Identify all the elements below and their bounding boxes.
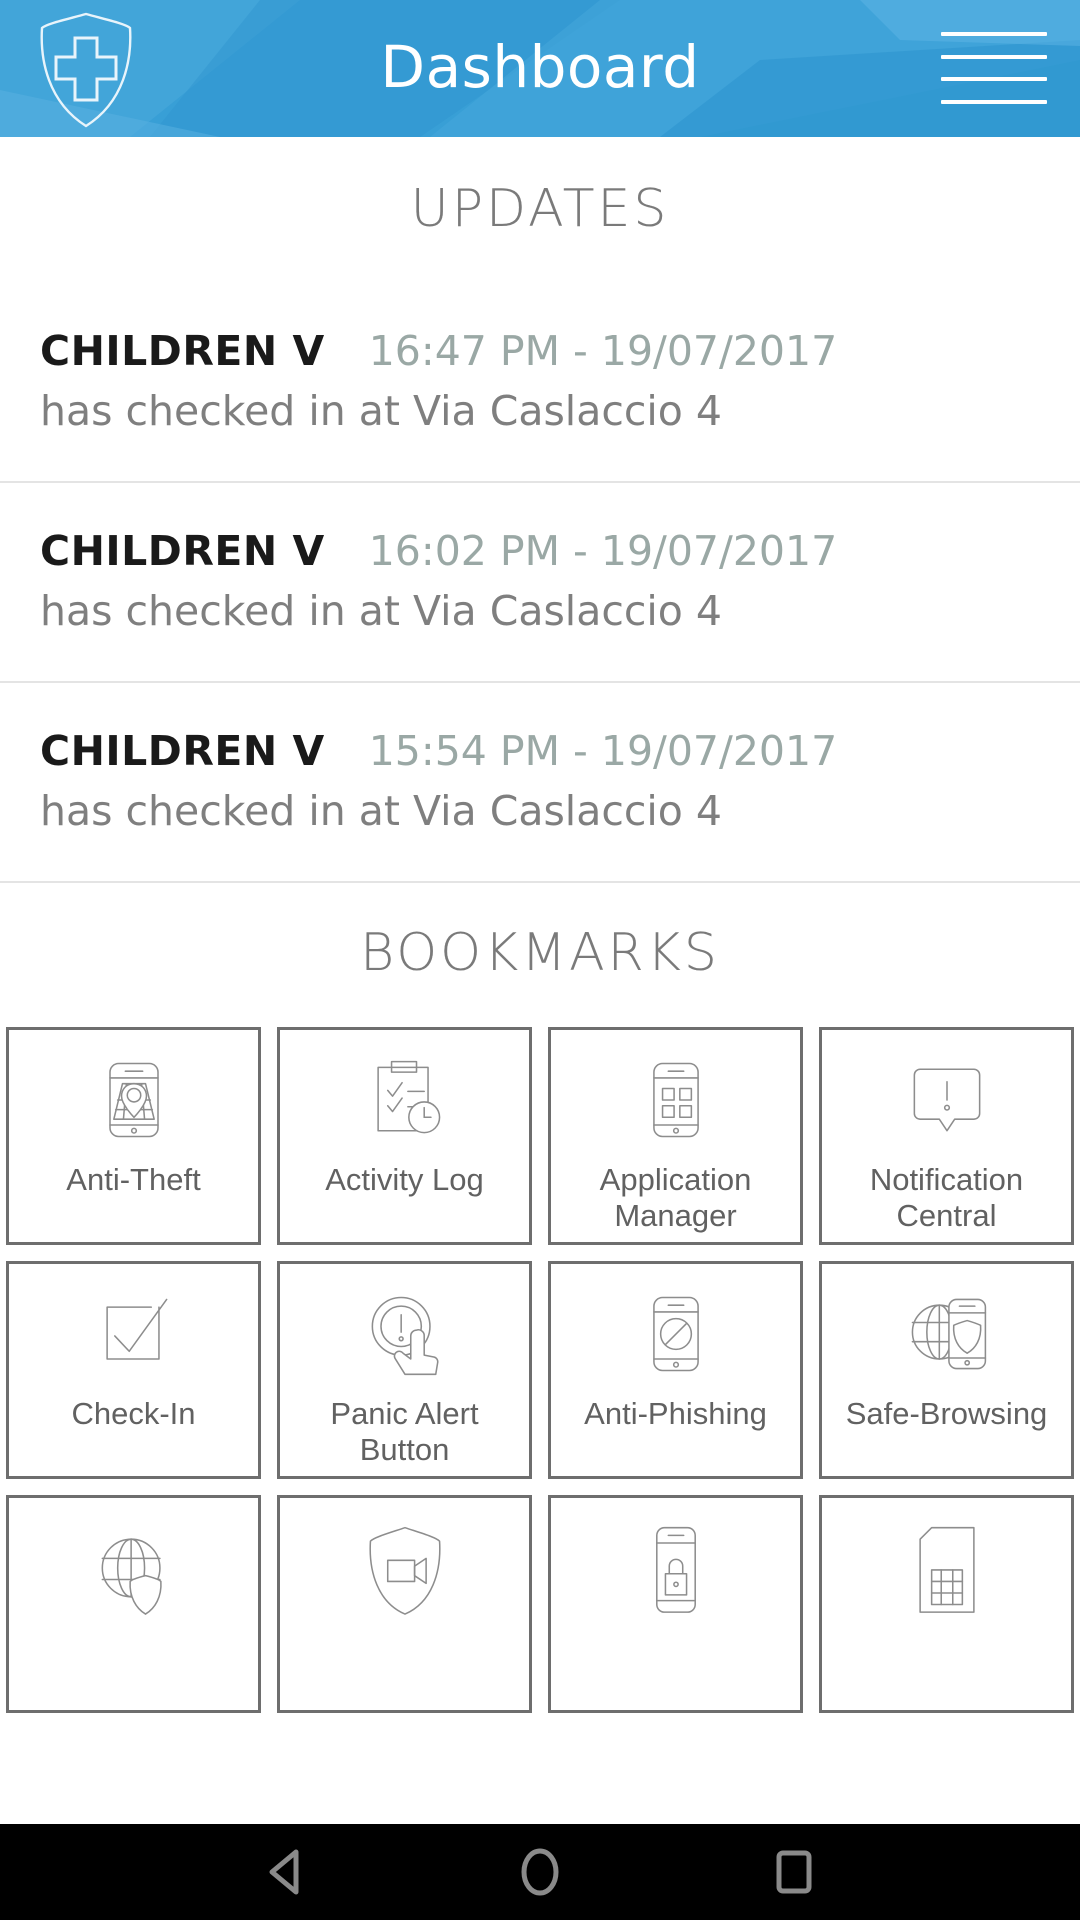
content-scroll-area[interactable]: UPDATES CHILDREN V 16:47 PM - 19/07/2017 h… bbox=[0, 137, 1080, 1824]
system-navigation-bar bbox=[0, 1824, 1080, 1920]
update-person-name: CHILDREN V bbox=[40, 527, 325, 575]
bookmarks-section-title: BOOKMARKS bbox=[360, 923, 720, 983]
panic-button-hand-icon bbox=[351, 1280, 459, 1388]
menu-line-1 bbox=[941, 32, 1047, 36]
bookmark-tile[interactable]: Activity Log bbox=[277, 1027, 532, 1245]
bookmark-tile-label: Anti-Theft bbox=[66, 1162, 201, 1197]
bookmark-tile[interactable]: Anti-Phishing bbox=[548, 1261, 803, 1479]
bookmarks-grid: Anti-Theft Activity Log Application Mana… bbox=[0, 1027, 1080, 1713]
bookmark-tile[interactable]: Check-In bbox=[6, 1261, 261, 1479]
menu-line-3 bbox=[941, 77, 1047, 82]
update-person-name: CHILDREN V bbox=[40, 327, 325, 375]
back-triangle-icon[interactable] bbox=[250, 1836, 322, 1908]
update-timestamp: 16:47 PM - 19/07/2017 bbox=[368, 327, 838, 375]
menu-line-4 bbox=[941, 99, 1047, 104]
bookmark-tile-label: Safe-Browsing bbox=[845, 1396, 1048, 1431]
update-header: CHILDREN V 16:47 PM - 19/07/2017 bbox=[40, 327, 1040, 375]
update-item[interactable]: CHILDREN V 16:02 PM - 19/07/2017 has check… bbox=[0, 483, 1080, 683]
bookmark-tile-label: Notification Central bbox=[869, 1162, 1024, 1233]
speech-bubble-alert-icon bbox=[893, 1046, 1001, 1154]
bookmark-tile[interactable]: Notification Central bbox=[819, 1027, 1074, 1245]
app-header: Dashboard bbox=[0, 0, 1080, 137]
update-description: has checked in at Via Caslaccio 4 bbox=[40, 787, 723, 835]
bookmark-tile[interactable]: Safe-Browsing bbox=[819, 1261, 1074, 1479]
bookmark-tile-label: Activity Log bbox=[325, 1162, 484, 1197]
update-header: CHILDREN V 16:02 PM - 19/07/2017 bbox=[40, 527, 1040, 575]
update-person-name: CHILDREN V bbox=[40, 727, 325, 775]
checkbox-check-icon bbox=[80, 1280, 188, 1388]
phone-block-icon bbox=[622, 1280, 730, 1388]
shield-camera-icon bbox=[351, 1514, 459, 1622]
recents-square-icon[interactable] bbox=[758, 1836, 830, 1908]
page-title: Dashboard bbox=[380, 32, 700, 101]
update-description: has checked in at Via Caslaccio 4 bbox=[40, 587, 723, 635]
home-circle-icon[interactable] bbox=[504, 1836, 576, 1908]
bookmark-tile[interactable] bbox=[6, 1495, 261, 1713]
bookmark-tile[interactable]: Anti-Theft bbox=[6, 1027, 261, 1245]
bookmark-tile[interactable] bbox=[277, 1495, 532, 1713]
bookmark-tile[interactable]: Application Manager bbox=[548, 1027, 803, 1245]
menu-line-2 bbox=[941, 54, 1047, 59]
update-description: has checked in at Via Caslaccio 4 bbox=[40, 387, 723, 435]
bookmark-tile-label: Anti-Phishing bbox=[584, 1396, 767, 1431]
bookmark-tile[interactable] bbox=[548, 1495, 803, 1713]
updates-section-title: UPDATES bbox=[410, 179, 670, 239]
update-timestamp: 15:54 PM - 19/07/2017 bbox=[368, 727, 838, 775]
bookmark-tile[interactable] bbox=[819, 1495, 1074, 1713]
sim-card-icon bbox=[893, 1514, 1001, 1622]
bookmark-tile[interactable]: Panic Alert Button bbox=[277, 1261, 532, 1479]
update-item[interactable]: CHILDREN V 16:47 PM - 19/07/2017 has check… bbox=[0, 283, 1080, 483]
updates-list: CHILDREN V 16:47 PM - 19/07/2017 has check… bbox=[0, 283, 1080, 883]
update-header: CHILDREN V 15:54 PM - 19/07/2017 bbox=[40, 727, 1040, 775]
phone-lock-icon bbox=[622, 1514, 730, 1622]
clipboard-clock-icon bbox=[351, 1046, 459, 1154]
phone-app-grid-icon bbox=[622, 1046, 730, 1154]
globe-phone-shield-icon bbox=[893, 1280, 1001, 1388]
bookmark-tile-label: Check-In bbox=[71, 1396, 196, 1431]
phone-map-pin-icon bbox=[80, 1046, 188, 1154]
update-item[interactable]: CHILDREN V 15:54 PM - 19/07/2017 has check… bbox=[0, 683, 1080, 883]
globe-shield-icon bbox=[80, 1514, 188, 1622]
bookmark-tile-label: Application Manager bbox=[599, 1162, 752, 1233]
update-timestamp: 16:02 PM - 19/07/2017 bbox=[368, 527, 838, 575]
hamburger-menu-icon[interactable] bbox=[941, 26, 1047, 110]
bookmark-tile-label: Panic Alert Button bbox=[330, 1396, 479, 1467]
